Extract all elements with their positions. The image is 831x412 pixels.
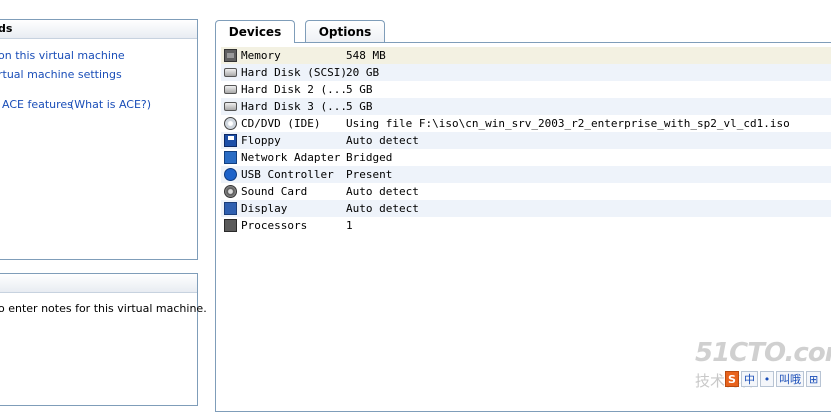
- notes-panel-header: [0, 274, 197, 293]
- cd-dvd-icon: [224, 117, 237, 130]
- notes-placeholder[interactable]: o enter notes for this virtual machine.: [0, 302, 207, 315]
- device-summary: Bridged: [346, 151, 393, 164]
- tab-options[interactable]: Options: [305, 20, 385, 42]
- device-summary: 5 GB: [346, 100, 373, 113]
- hard-disk-icon: [224, 85, 237, 94]
- device-summary: 20 GB: [346, 66, 380, 79]
- notes-panel[interactable]: o enter notes for this virtual machine.: [0, 273, 207, 406]
- device-name: CD/DVD (IDE): [241, 117, 321, 130]
- memory-icon: [224, 49, 237, 62]
- hard-disk-icon: [224, 68, 237, 77]
- device-summary: Auto detect: [346, 134, 419, 147]
- device-summary: Auto detect: [346, 185, 419, 198]
- ime-extra-text[interactable]: 叫哦: [776, 371, 804, 387]
- device-row[interactable]: CD/DVD (IDE) Using file F:\iso\cn_win_srv…: [221, 115, 831, 132]
- device-name: USB Controller: [241, 168, 334, 181]
- device-summary: Auto detect: [346, 202, 419, 215]
- what-is-ace-link[interactable]: (What is ACE?): [70, 98, 151, 111]
- ace-features-link[interactable]: ACE features: [2, 98, 73, 111]
- device-row[interactable]: Floppy Auto detect: [221, 132, 831, 149]
- device-row[interactable]: Hard Disk 2 (... 5 GB: [221, 81, 831, 98]
- ime-softkeyboard-icon[interactable]: ⊞: [806, 371, 822, 387]
- ime-punctuation-button[interactable]: •: [760, 371, 774, 387]
- processor-icon: [224, 219, 237, 232]
- device-summary: 1: [346, 219, 353, 232]
- device-row[interactable]: Hard Disk (SCSI) 20 GB: [221, 64, 831, 81]
- sound-card-icon: [224, 185, 237, 198]
- device-row[interactable]: Processors 1: [221, 217, 831, 234]
- watermark: 51CTO.com 技术博客: [695, 338, 831, 390]
- floppy-icon: [224, 134, 237, 147]
- device-row[interactable]: Display Auto detect: [221, 200, 831, 217]
- edit-settings-link[interactable]: rtual machine settings: [0, 68, 122, 81]
- device-summary: Using file F:\iso\cn_win_srv_2003_r2_ent…: [346, 117, 790, 130]
- watermark-logo: 51CTO.com: [695, 338, 831, 368]
- tab-devices[interactable]: Devices: [215, 20, 295, 43]
- device-row[interactable]: Network Adapter Bridged: [221, 149, 831, 166]
- device-name: Memory: [241, 49, 281, 62]
- power-on-link[interactable]: on this virtual machine: [0, 49, 125, 62]
- device-row[interactable]: Sound Card Auto detect: [221, 183, 831, 200]
- device-name: Hard Disk 2 (...: [241, 83, 347, 96]
- device-summary: 548 MB: [346, 49, 386, 62]
- ime-chinese-mode-button[interactable]: 中: [741, 371, 758, 387]
- display-icon: [224, 202, 237, 215]
- device-name: Floppy: [241, 134, 281, 147]
- device-row[interactable]: Memory 548 MB: [221, 47, 831, 64]
- hard-disk-icon: [224, 102, 237, 111]
- usb-icon: [224, 168, 237, 181]
- ime-sogou-icon[interactable]: S: [725, 371, 739, 387]
- device-summary: Present: [346, 168, 393, 181]
- device-name: Hard Disk 3 (...: [241, 100, 347, 113]
- device-name: Hard Disk (SCSI): [241, 66, 347, 79]
- device-row[interactable]: Hard Disk 3 (... 5 GB: [221, 98, 831, 115]
- device-name: Sound Card: [241, 185, 308, 198]
- device-row[interactable]: USB Controller Present: [221, 166, 831, 183]
- device-list: Memory 548 MB Hard Disk (SCSI) 20 GB Hard Di…: [221, 47, 831, 234]
- network-adapter-icon: [224, 151, 237, 164]
- device-name: Network Adapter: [241, 151, 341, 164]
- device-summary: 5 GB: [346, 83, 373, 96]
- commands-panel: ds on this virtual machine rtual machine…: [0, 19, 198, 260]
- ime-toolbar: S 中 • 叫哦 ⊞: [725, 369, 831, 389]
- commands-panel-header: ds: [0, 20, 197, 39]
- device-name: Processors: [241, 219, 308, 232]
- device-name: Display: [241, 202, 288, 215]
